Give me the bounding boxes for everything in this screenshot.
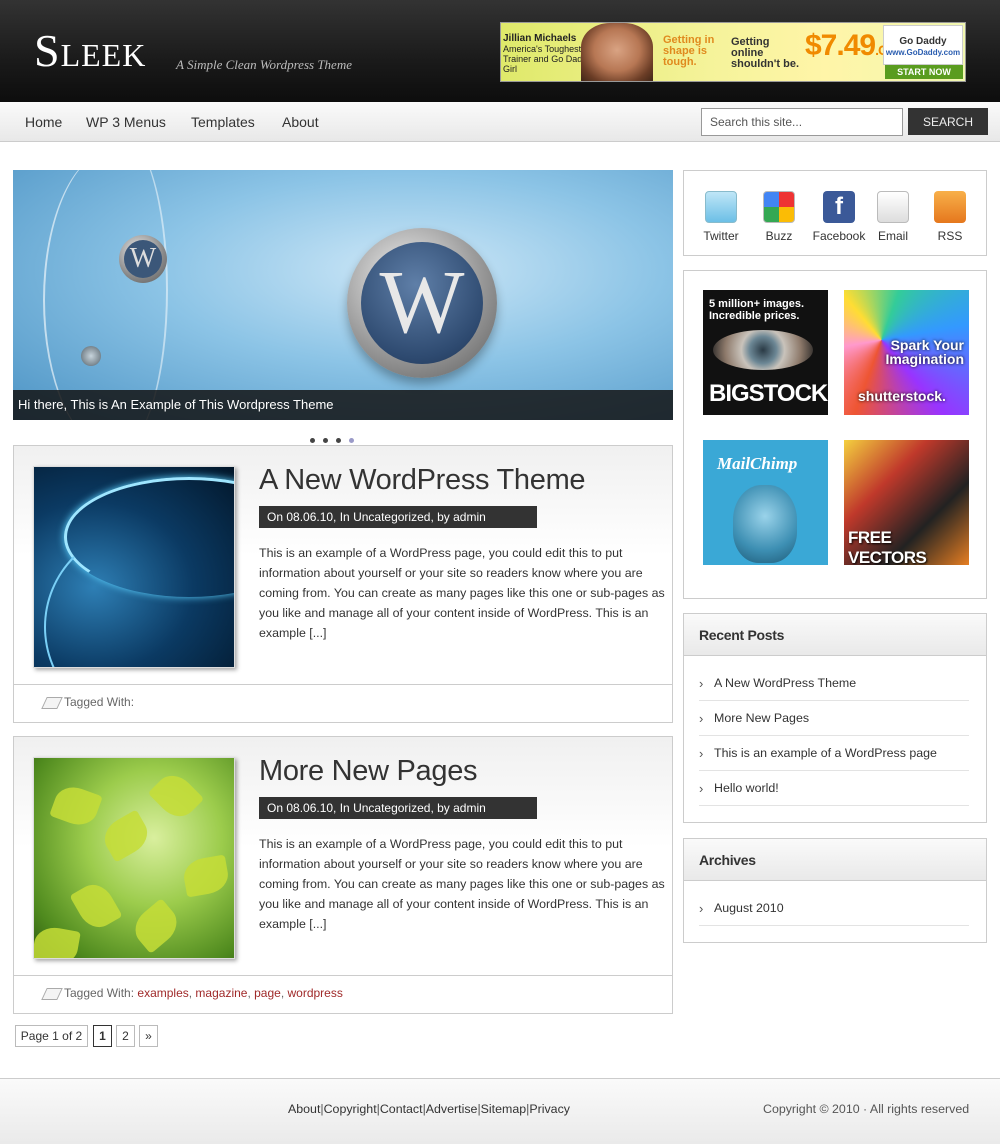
recent-posts-widget: Recent Posts › A New WordPress Theme › Mor… — [683, 613, 987, 823]
post-excerpt: This is an example of a WordPress page, … — [259, 546, 665, 640]
social-facebook[interactable]: f Facebook — [809, 191, 869, 243]
tagged-with-label: Tagged With: examples, magazine, page, w… — [64, 986, 343, 1000]
ad-shutterstock[interactable]: Spark Your Imagination shutterstock. — [844, 290, 969, 415]
ad-free-vectors[interactable]: FREE VECTORS — [844, 440, 969, 565]
slider-swirl — [68, 170, 168, 420]
footer-link-copyright[interactable]: Copyright — [324, 1102, 377, 1116]
slider-dot[interactable] — [323, 438, 328, 443]
post-meta: On 08.06.10, In Uncategorized, by admin — [259, 506, 537, 528]
footer-link-contact[interactable]: Contact — [380, 1102, 423, 1116]
post-title[interactable]: A New WordPress Theme — [259, 464, 586, 497]
twitter-icon — [705, 191, 737, 223]
social-twitter[interactable]: Twitter — [691, 191, 751, 243]
archives-list: › August 2010 — [699, 891, 969, 926]
chevron-right-icon: › — [699, 901, 704, 916]
tag-link[interactable]: examples — [137, 986, 188, 1000]
post-thumbnail[interactable] — [33, 757, 235, 959]
chevron-right-icon: › — [699, 781, 704, 796]
post-card: A New WordPress Theme On 08.06.10, In Un… — [13, 445, 673, 723]
header-ad-banner[interactable]: Jillian Michaels America's Toughest Train… — [500, 22, 966, 82]
page-link-current[interactable]: 1 — [93, 1025, 112, 1047]
next-page-link[interactable]: » — [139, 1025, 158, 1047]
featured-slider[interactable]: W W Hi there, This is An Example of This… — [13, 170, 673, 420]
ad-bigstock[interactable]: 5 million+ images. Incredible prices. BI… — [703, 290, 828, 415]
social-box: Twitter Buzz f Facebook Email RSS — [683, 170, 987, 256]
banner-photo — [581, 23, 653, 81]
tag-link[interactable]: wordpress — [288, 986, 343, 1000]
search-input[interactable] — [701, 108, 903, 136]
list-item[interactable]: › Hello world! — [699, 771, 969, 806]
post-card: More New Pages On 08.06.10, In Uncategor… — [13, 736, 673, 1014]
ad-mailchimp[interactable]: MailChimp — [703, 440, 828, 565]
facebook-icon: f — [823, 191, 855, 223]
wordpress-logo-icon — [81, 346, 101, 366]
rss-icon — [934, 191, 966, 223]
site-logo[interactable]: Sleek — [34, 26, 146, 76]
site-header: Sleek A Simple Clean Wordpress Theme Jil… — [0, 0, 1000, 102]
list-item[interactable]: › This is an example of a WordPress page — [699, 736, 969, 771]
slider-dot[interactable] — [336, 438, 341, 443]
post-thumbnail[interactable] — [33, 466, 235, 668]
chevron-right-icon: › — [699, 746, 704, 761]
social-email[interactable]: Email — [863, 191, 923, 243]
tag-icon — [41, 697, 63, 709]
recent-posts-list: › A New WordPress Theme › More New Pages ›… — [699, 666, 969, 806]
wordpress-logo-icon: W — [119, 235, 167, 283]
footer-link-privacy[interactable]: Privacy — [529, 1102, 570, 1116]
site-tagline: A Simple Clean Wordpress Theme — [176, 57, 352, 72]
archives-title: Archives — [684, 839, 986, 881]
site-footer: About|Copyright|Contact|Advertise|Sitema… — [0, 1078, 1000, 1144]
banner-intro: Jillian Michaels America's Toughest Train… — [503, 33, 592, 75]
slider-dot[interactable] — [310, 438, 315, 443]
footer-link-sitemap[interactable]: Sitemap — [481, 1102, 526, 1116]
nav-item-templates[interactable]: Templates — [191, 114, 255, 130]
buzz-icon — [763, 191, 795, 223]
tagged-with-label: Tagged With: — [64, 695, 135, 709]
banner-slogan-1: Getting in shape is tough. — [663, 34, 715, 68]
wordpress-logo-icon: W — [347, 228, 497, 378]
footer-links: About|Copyright|Contact|Advertise|Sitema… — [288, 1102, 570, 1116]
chevron-right-icon: › — [699, 711, 704, 726]
footer-link-about[interactable]: About — [288, 1102, 320, 1116]
nav-item-wp3-menus[interactable]: WP 3 Menus — [86, 114, 166, 130]
email-icon — [877, 191, 909, 223]
post-tag-bar: Tagged With: examples, magazine, page, w… — [14, 975, 672, 1013]
list-item[interactable]: › August 2010 — [699, 891, 969, 926]
tag-link[interactable]: magazine — [195, 986, 247, 1000]
ads-box: 5 million+ images. Incredible prices. BI… — [683, 270, 987, 599]
archives-widget: Archives › August 2010 — [683, 838, 987, 943]
nav-item-home[interactable]: Home — [25, 114, 62, 130]
tag-icon — [41, 988, 63, 1000]
social-buzz[interactable]: Buzz — [749, 191, 809, 243]
post-meta: On 08.06.10, In Uncategorized, by admin — [259, 797, 537, 819]
pagination-label: Page 1 of 2 — [15, 1025, 88, 1047]
footer-copyright: Copyright © 2010 · All rights reserved — [763, 1102, 970, 1116]
nav-item-about[interactable]: About — [282, 114, 319, 130]
godaddy-logo: Go Daddy www.GoDaddy.com — [883, 25, 963, 65]
post-excerpt: This is an example of a WordPress page, … — [259, 837, 665, 931]
slider-caption: Hi there, This is An Example of This Wor… — [13, 390, 673, 420]
list-item[interactable]: › More New Pages — [699, 701, 969, 736]
banner-start-button[interactable]: START NOW — [885, 65, 963, 79]
banner-slogan-2: Getting online shouldn't be. — [731, 36, 799, 70]
social-rss[interactable]: RSS — [920, 191, 980, 243]
post-tag-bar: Tagged With: — [14, 684, 672, 722]
post-title[interactable]: More New Pages — [259, 755, 478, 788]
recent-posts-title: Recent Posts — [684, 614, 986, 656]
page-link[interactable]: 2 — [116, 1025, 135, 1047]
chevron-right-icon: › — [699, 676, 704, 691]
slider-dot-active[interactable] — [349, 438, 354, 443]
search-button[interactable]: SEARCH — [908, 108, 988, 135]
list-item[interactable]: › A New WordPress Theme — [699, 666, 969, 701]
tag-link[interactable]: page — [254, 986, 281, 1000]
footer-link-advertise[interactable]: Advertise — [426, 1102, 478, 1116]
